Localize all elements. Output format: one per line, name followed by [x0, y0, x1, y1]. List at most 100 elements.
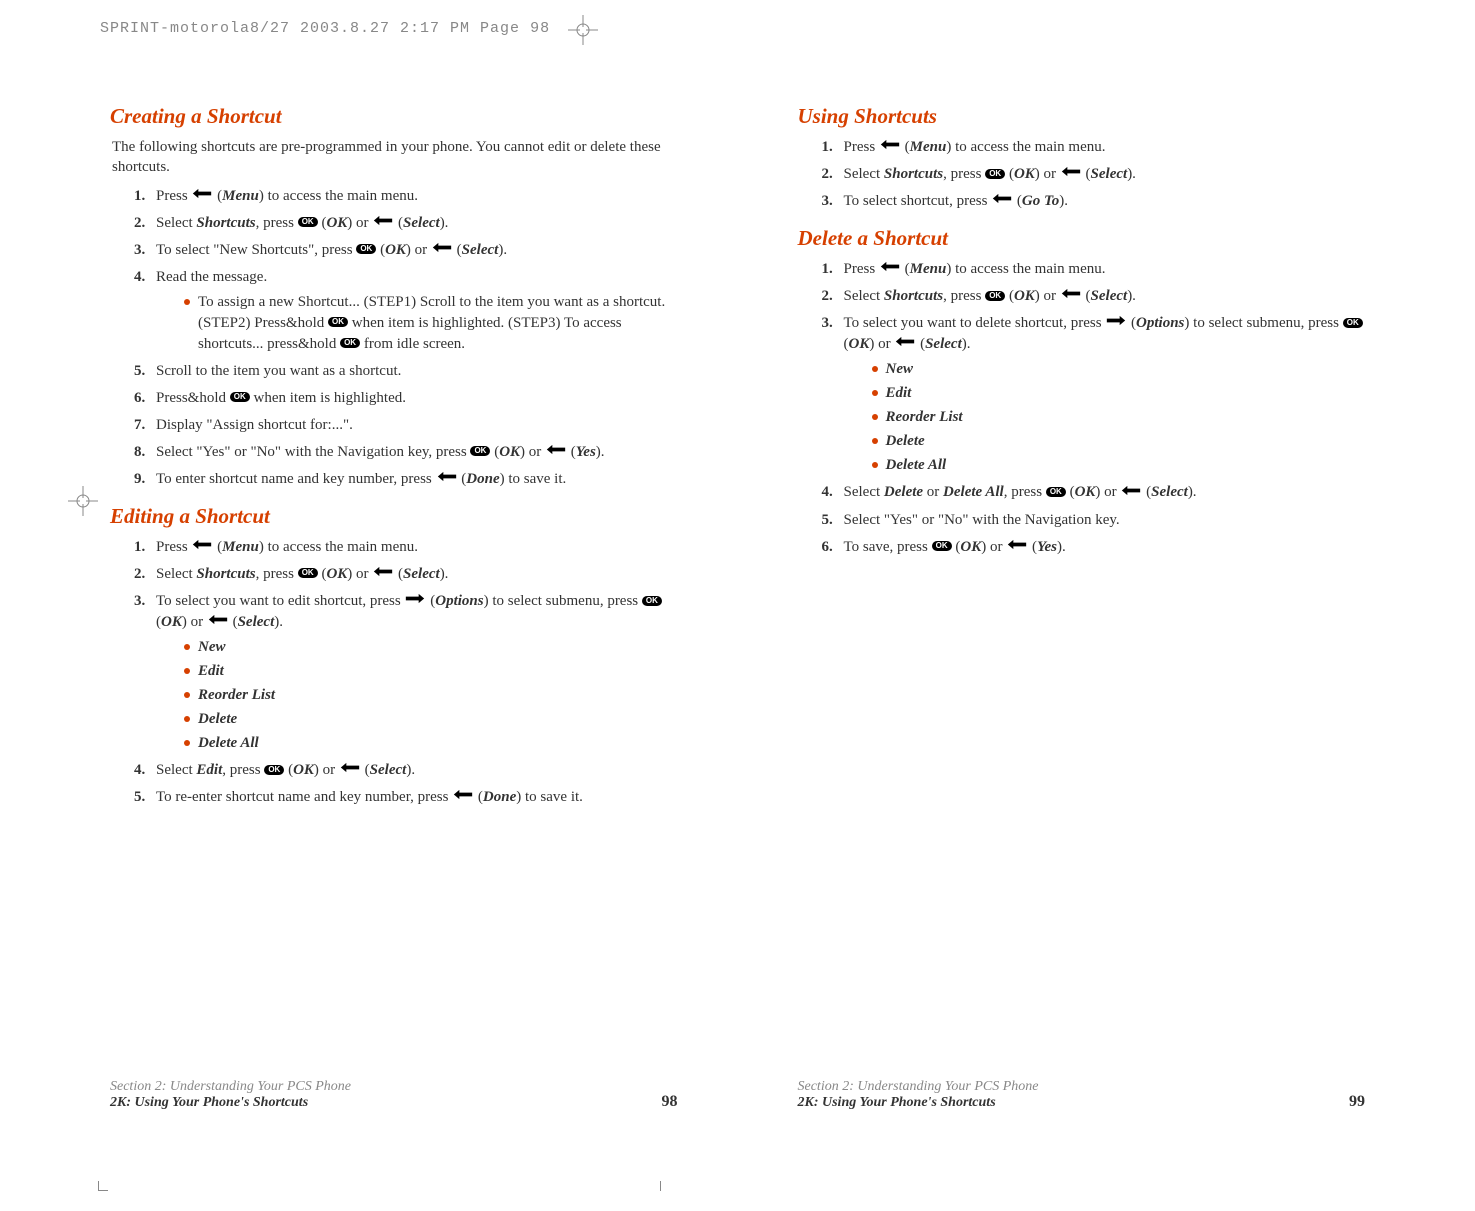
- page-spread: Creating a Shortcut The following shortc…: [100, 90, 1375, 1111]
- sub-bullets: To assign a new Shortcut... (STEP1) Scro…: [156, 292, 678, 355]
- submenu-item: Delete: [886, 433, 925, 449]
- label: Options: [435, 593, 483, 609]
- label: Delete: [884, 484, 923, 500]
- footer-line2: 2K: Using Your Phone's Shortcuts: [110, 1095, 351, 1111]
- page-number: 98: [662, 1093, 678, 1111]
- step-text: (: [1005, 166, 1014, 182]
- list-item: 1.Press (Menu) to access the main menu.: [140, 186, 678, 207]
- delete-steps: 1.Press (Menu) to access the main menu. …: [798, 259, 1366, 557]
- list-item: 4.Read the message. To assign a new Shor…: [140, 267, 678, 355]
- step-text: (: [394, 215, 403, 231]
- list-item: 4.Select Delete or Delete All, press OK …: [828, 482, 1366, 503]
- ok-icon: OK: [985, 169, 1005, 179]
- label: Select: [238, 614, 275, 630]
- crop-mark-bottom-left: [98, 1181, 108, 1191]
- label: Shortcuts: [884, 166, 943, 182]
- step-text: , press: [256, 215, 298, 231]
- list-item: Delete All: [872, 455, 1366, 476]
- step-text: ) to select submenu, press: [484, 593, 642, 609]
- list-item: Reorder List: [184, 685, 678, 706]
- ok-icon: OK: [1343, 318, 1363, 328]
- submenu-item: Edit: [198, 663, 224, 679]
- footer-line1: Section 2: Understanding Your PCS Phone: [110, 1079, 351, 1095]
- step-text: when item is highlighted.: [250, 390, 406, 406]
- left-softkey-icon: [191, 536, 213, 557]
- ok-icon: OK: [356, 244, 376, 254]
- step-text: ) or: [314, 762, 339, 778]
- step-text: ) or: [1035, 288, 1060, 304]
- label: Menu: [222, 188, 259, 204]
- list-item: 3.To select you want to delete shortcut,…: [828, 313, 1366, 476]
- step-text: To select you want to delete shortcut, p…: [844, 315, 1106, 331]
- list-item: 4.Select Edit, press OK (OK) or (Select)…: [140, 760, 678, 781]
- label: Shortcuts: [884, 288, 943, 304]
- footer-line1: Section 2: Understanding Your PCS Phone: [798, 1079, 1039, 1095]
- list-item: Delete All: [184, 733, 678, 754]
- step-text: Press: [844, 261, 879, 277]
- step-text: Display "Assign shortcut for:...".: [156, 417, 353, 433]
- step-text: To select "New Shortcuts", press: [156, 242, 356, 258]
- heading-delete-shortcut: Delete a Shortcut: [798, 226, 1366, 251]
- step-text: (: [1013, 193, 1022, 209]
- step-text: Select: [844, 484, 884, 500]
- step-text: (: [1082, 166, 1091, 182]
- step-text: Press: [156, 188, 191, 204]
- label: Select: [1091, 288, 1128, 304]
- step-text: ) to access the main menu.: [946, 139, 1105, 155]
- crop-mark-bottom-mid: [660, 1181, 661, 1191]
- left-softkey-icon: [991, 190, 1013, 211]
- list-item: 1.Press (Menu) to access the main menu.: [828, 259, 1366, 280]
- step-text: ).: [1059, 193, 1068, 209]
- step-text: To save, press: [844, 539, 932, 555]
- label: Select: [462, 242, 499, 258]
- left-softkey-icon: [894, 333, 916, 354]
- list-item: Delete: [184, 709, 678, 730]
- ok-icon: OK: [1046, 487, 1066, 497]
- print-header: SPRINT-motorola8/27 2003.8.27 2:17 PM Pa…: [100, 20, 550, 37]
- step-text: (: [1005, 288, 1014, 304]
- step-text: (: [426, 593, 435, 609]
- list-item: 3.To select shortcut, press (Go To).: [828, 191, 1366, 212]
- step-text: ) to access the main menu.: [259, 539, 418, 555]
- editing-steps: 1.Press (Menu) to access the main menu. …: [110, 537, 678, 808]
- left-softkey-icon: [879, 258, 901, 279]
- step-text: ).: [498, 242, 507, 258]
- step-text: (: [474, 789, 483, 805]
- step-text: ) to select submenu, press: [1184, 315, 1342, 331]
- submenu-item: Reorder List: [198, 687, 275, 703]
- list-item: Reorder List: [872, 407, 1366, 428]
- left-softkey-icon: [339, 759, 361, 780]
- label: OK: [385, 242, 406, 258]
- label: Menu: [910, 261, 947, 277]
- list-item: 2.Select Shortcuts, press OK (OK) or (Se…: [828, 286, 1366, 307]
- step-text: (: [901, 261, 910, 277]
- list-item: 1.Press (Menu) to access the main menu.: [140, 537, 678, 558]
- step-text: Scroll to the item you want as a shortcu…: [156, 363, 401, 379]
- heading-creating-shortcut: Creating a Shortcut: [110, 104, 678, 129]
- step-text: ).: [440, 566, 449, 582]
- submenu-item: New: [886, 361, 914, 377]
- step-text: (: [916, 336, 925, 352]
- left-softkey-icon: [431, 239, 453, 260]
- left-softkey-icon: [1060, 163, 1082, 184]
- ok-icon: OK: [340, 338, 360, 348]
- footer-line2: 2K: Using Your Phone's Shortcuts: [798, 1095, 1039, 1111]
- crop-mark-left: [68, 486, 98, 521]
- step-text: ).: [406, 762, 415, 778]
- footer-text: Section 2: Understanding Your PCS Phone …: [798, 1079, 1039, 1111]
- step-text: (: [901, 139, 910, 155]
- label: Shortcuts: [196, 215, 255, 231]
- list-item: 3.To select "New Shortcuts", press OK (O…: [140, 240, 678, 261]
- list-item: 1.Press (Menu) to access the main menu.: [828, 137, 1366, 158]
- step-text: Select: [844, 288, 884, 304]
- step-text: ).: [1057, 539, 1066, 555]
- step-text: To select shortcut, press: [844, 193, 992, 209]
- step-text: Press&hold: [156, 390, 230, 406]
- step-text: Select "Yes" or "No" with the Navigation…: [844, 512, 1120, 528]
- ok-icon: OK: [328, 317, 348, 327]
- list-item: New: [184, 637, 678, 658]
- ok-icon: OK: [298, 568, 318, 578]
- step-text: ).: [596, 444, 605, 460]
- ok-icon: OK: [264, 765, 284, 775]
- ok-icon: OK: [470, 446, 490, 456]
